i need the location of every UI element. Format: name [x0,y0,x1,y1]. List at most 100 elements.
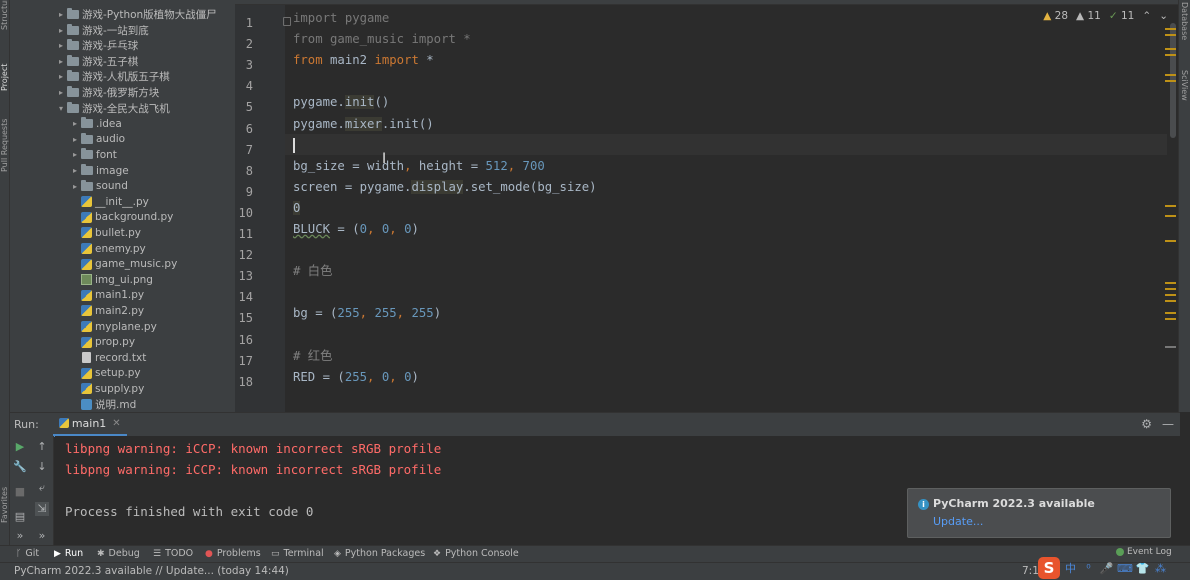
code-line[interactable]: RED = (255, 0, 0) [293,367,419,387]
chevron-down-icon[interactable]: ▾ [55,104,67,113]
stop-icon[interactable]: ■ [13,485,27,499]
project-tree-item[interactable]: record.txt [10,350,235,365]
ime-chinese-mode[interactable]: 中 [1063,560,1078,576]
tool-tab-problems[interactable]: ● Problems [205,548,261,559]
project-tree-item[interactable]: game_music.py [10,257,235,272]
project-tree-item[interactable]: bullet.py [10,225,235,240]
rerun-icon[interactable]: ▶ [13,440,27,454]
editor-tab-bar[interactable] [235,0,1178,5]
chevron-right-icon[interactable]: ▸ [69,166,81,175]
wrench-icon[interactable]: 🔧 [13,460,27,474]
run-tab-main1[interactable]: main1 ✕ [52,413,127,437]
error-stripe-mark[interactable] [1165,54,1176,56]
error-stripe-mark[interactable] [1165,80,1176,82]
chevron-right-icon[interactable]: ▸ [69,119,81,128]
ok-count[interactable]: ✓ 11 [1109,10,1135,22]
scroll-down-icon[interactable]: ↓ [35,460,49,474]
microphone-icon[interactable]: 🎤 [1099,562,1114,575]
error-stripe-mark[interactable] [1165,300,1176,302]
code-line[interactable]: from game_music import * [293,29,471,49]
chevron-right-icon[interactable]: ▸ [69,150,81,159]
code-line[interactable]: 0 [293,198,301,218]
previous-highlight-icon[interactable]: ⌃ [1142,10,1151,22]
error-stripe-mark[interactable] [1165,318,1176,320]
tool-tab-python-console[interactable]: ❖ Python Console [433,548,519,559]
sciview-tool-tab[interactable]: SciView [1180,70,1189,110]
code-line[interactable]: pygame.init() [293,92,389,112]
editor-scrollbar[interactable] [1167,5,1178,412]
chevron-right-icon[interactable]: ▸ [69,135,81,144]
weak-warning-count[interactable]: ▲ 11 [1076,10,1101,22]
code-line[interactable]: screen = pygame.display.set_mode(bg_size… [293,177,597,197]
project-tree-item[interactable]: ▸ 游戏-五子棋 [10,54,235,69]
project-tree-item[interactable]: setup.py [10,366,235,381]
project-tree-item[interactable]: ▸ .idea [10,116,235,131]
code-line[interactable]: pygame.mixer.init() [293,114,434,134]
inspection-widget[interactable]: ▲ 28 ▲ 11 ✓ 11 ⌃ ⌄ [1043,10,1168,22]
grid-icon[interactable]: ⁂ [1153,562,1168,575]
project-tree-item[interactable]: ▸ 游戏-乒乓球 [10,38,235,53]
code-line[interactable] [293,135,295,155]
error-stripe-mark[interactable] [1165,282,1176,284]
caret-position[interactable]: 7:1 [1022,565,1039,577]
update-link[interactable]: Update... [933,515,983,528]
soft-wrap-icon[interactable]: ⤶ [35,481,49,495]
structure-tool-tab[interactable]: Structure [0,0,10,30]
tool-tab-git[interactable]: ᚴ Git [16,548,39,559]
project-tree-item[interactable]: prop.py [10,335,235,350]
code-line[interactable]: # 红色 [293,346,332,366]
project-tree-item[interactable]: ▸ 游戏-人机版五子棋 [10,69,235,84]
error-stripe-mark[interactable] [1165,215,1176,217]
project-tree-item[interactable]: ▸ audio [10,132,235,147]
code-line[interactable]: BLUCK = (0, 0, 0) [293,219,419,239]
chevron-right-icon[interactable]: ▸ [55,26,67,35]
project-tree-item[interactable]: img_ui.png [10,272,235,287]
project-tree-item[interactable]: ▸ 游戏-俄罗斯方块 [10,85,235,100]
minimize-icon[interactable]: — [1162,417,1174,431]
project-tree-item[interactable]: background.py [10,210,235,225]
project-tree-item[interactable]: supply.py [10,381,235,396]
keyboard-icon[interactable]: ⌨ [1117,562,1133,575]
error-stripe-mark[interactable] [1165,48,1176,50]
chevron-right-icon[interactable]: ▸ [55,41,67,50]
project-tree-item[interactable]: ▸ sound [10,179,235,194]
project-tree-item[interactable]: __init__.py [10,194,235,209]
code-line[interactable]: bg = (255, 255, 255) [293,303,441,323]
layout-icon[interactable]: ▤ [13,510,27,524]
error-stripe-mark[interactable] [1165,240,1176,242]
project-tree-item[interactable]: main2.py [10,303,235,318]
status-message[interactable]: PyCharm 2022.3 available // Update... (t… [14,565,289,577]
tool-tab-todo[interactable]: ☰ TODO [153,548,193,559]
chevron-right-icon[interactable]: ▸ [55,10,67,19]
error-stripe-mark[interactable] [1165,288,1176,290]
close-icon[interactable]: ✕ [112,418,120,429]
favorites-tool-tab[interactable]: Favorites [0,480,10,530]
project-tree-item[interactable]: ▸ image [10,163,235,178]
update-notification[interactable]: i PyCharm 2022.3 available Update... [907,488,1171,538]
error-stripe-mark[interactable] [1165,346,1176,348]
code-line[interactable]: import pygame [293,8,389,28]
error-stripe-mark[interactable] [1165,205,1176,207]
punctuation-icon[interactable]: ⁰ [1081,562,1096,575]
scroll-to-end-icon[interactable]: ⇲ [35,502,49,516]
code-editor[interactable]: 1 2 3 4 5 6 7 8 9 10 11 12 13 14 15 16 17 18 I ▲ 28 ▲ 11 … [235,0,1178,412]
database-tool-tab[interactable]: Database [1180,2,1189,42]
scroll-up-icon[interactable]: ↑ [35,440,49,454]
warning-count[interactable]: ▲ 28 [1043,10,1068,22]
project-tree-item[interactable]: 说明.md [10,397,235,412]
chevron-right-icon[interactable]: ▸ [55,57,67,66]
project-tree-item[interactable]: main1.py [10,288,235,303]
gear-icon[interactable]: ⚙ [1141,417,1152,431]
error-stripe-mark[interactable] [1165,294,1176,296]
chevron-right-icon[interactable]: ▸ [55,88,67,97]
code-line[interactable]: # 白色 [293,261,332,281]
project-tree-item[interactable]: myplane.py [10,319,235,334]
tool-tab-python-packages[interactable]: ◈ Python Packages [334,548,425,559]
project-tool-tab[interactable]: Project [0,55,10,99]
expand-icon[interactable]: » [13,529,27,543]
pull-requests-tool-tab[interactable]: Pull Requests [0,110,10,180]
project-tree-item[interactable]: ▸ 游戏-一站到底 [10,23,235,38]
error-stripe-mark[interactable] [1165,312,1176,314]
project-tree-item[interactable]: ▸ font [10,147,235,162]
error-stripe-mark[interactable] [1165,34,1176,36]
